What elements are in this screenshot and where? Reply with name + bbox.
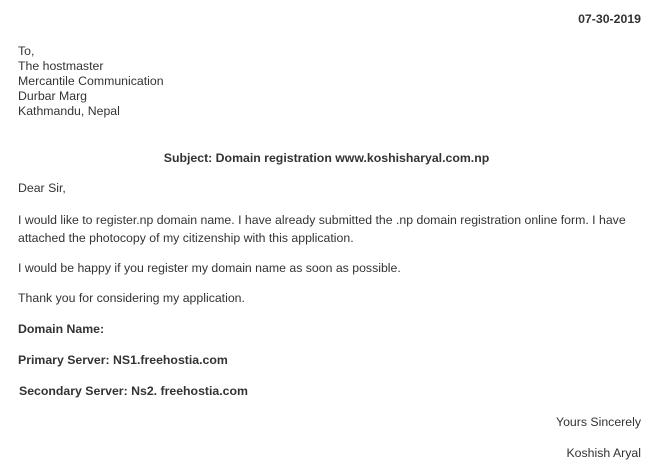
signature-name: Koshish Aryal	[566, 446, 641, 460]
letter-subject: Subject: Domain registration www.koshish…	[163, 151, 490, 165]
body-paragraph: I would like to register.np domain name.…	[18, 213, 626, 245]
address-line: Kathmandu, Nepal	[18, 104, 120, 118]
letter-date: 07-30-2019	[578, 12, 641, 26]
primary-server: Primary Server: NS1.freehostia.com	[18, 353, 228, 367]
address-line: To,	[18, 44, 35, 58]
domain-name-label: Domain Name:	[18, 322, 105, 336]
recipient-address: To, The hostmaster Mercantile Communicat…	[18, 44, 164, 119]
address-line: Mercantile Communication	[18, 74, 164, 88]
address-line: Durbar Marg	[18, 89, 88, 103]
address-line: The hostmaster	[18, 59, 104, 73]
body-paragraph: Thank you for considering my application…	[18, 291, 245, 305]
secondary-server: Secondary Server: Ns2. freehostia.com	[19, 384, 248, 398]
closing: Yours Sincerely	[556, 415, 641, 429]
greeting: Dear Sir,	[18, 181, 66, 195]
body-paragraph: I would be happy if you register my doma…	[18, 261, 401, 275]
